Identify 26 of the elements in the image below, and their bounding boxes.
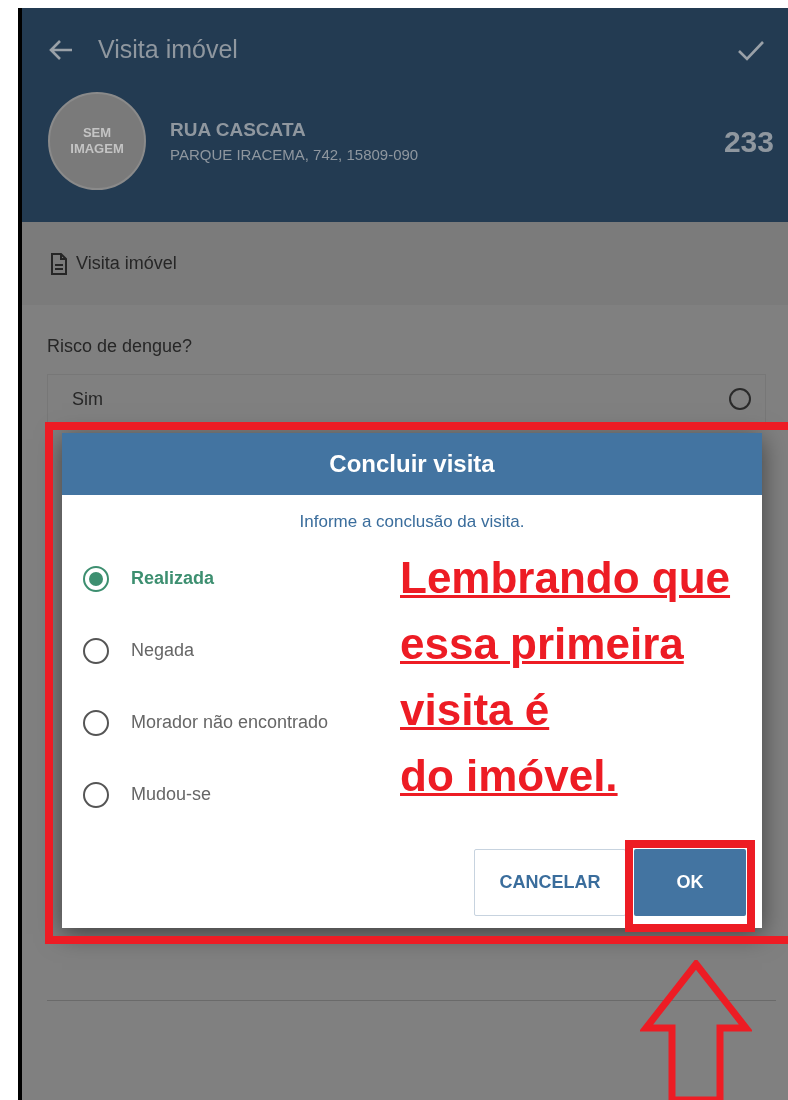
- annotation-text: Lembrando que essa primeira visita é do imóvel.: [400, 552, 731, 802]
- question-label: Risco de dengue?: [46, 335, 194, 358]
- option-label[interactable]: Morador não encontrado: [131, 709, 329, 736]
- address: PARQUE IRACEMA, 742, 15809-090: [170, 145, 420, 165]
- option-label[interactable]: Realizada: [131, 565, 215, 592]
- radio-button[interactable]: [83, 637, 109, 664]
- option-row[interactable]: Sim: [47, 374, 766, 424]
- avatar-text: SEM IMAGEM: [69, 125, 125, 157]
- up-arrow-icon: [640, 960, 752, 1100]
- property-number: 233: [723, 123, 774, 160]
- ok-button[interactable]: OK: [634, 849, 746, 916]
- cancel-button[interactable]: CANCELAR: [474, 849, 626, 916]
- section-title: Visita imóvel: [76, 252, 177, 275]
- option-label[interactable]: Negada: [131, 637, 195, 664]
- document-icon: [50, 251, 68, 276]
- radio-button[interactable]: [83, 565, 109, 592]
- option-label: Sim: [72, 387, 103, 411]
- option-label[interactable]: Mudou-se: [131, 781, 212, 808]
- radio-button[interactable]: [83, 709, 109, 736]
- street-name: RUA CASCATA: [170, 117, 307, 142]
- radio-button[interactable]: [729, 388, 751, 410]
- dialog-title: Concluir visita: [62, 433, 762, 495]
- back-arrow-icon[interactable]: [48, 38, 74, 62]
- screen-title: Visita imóvel: [98, 34, 238, 66]
- radio-button[interactable]: [83, 781, 109, 808]
- dialog-message: Informe a conclusão da visita.: [299, 511, 525, 533]
